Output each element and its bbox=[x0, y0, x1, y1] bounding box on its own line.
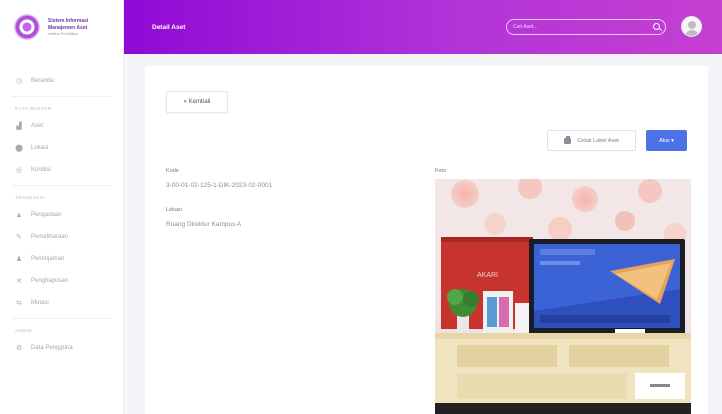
sidebar-item-aset[interactable]: ▟ Aset bbox=[0, 115, 123, 137]
tv-box-brand: AKARI bbox=[477, 272, 498, 279]
sidebar-item-peminjaman[interactable]: ♟ Peminjaman bbox=[0, 248, 123, 270]
brand-subtitle: Institusi Pendidikan bbox=[48, 31, 79, 36]
lokasi-label: Lokasi bbox=[166, 207, 182, 213]
print-button-label: Cetak Label Aset bbox=[577, 137, 619, 144]
sidebar-item-label: Penghapusan bbox=[31, 278, 69, 284]
info-icon: ◎ bbox=[15, 167, 23, 174]
brand-title-line2: Manajemen Aset bbox=[48, 24, 88, 31]
kode-label: Kode bbox=[166, 168, 179, 174]
sidebar-item-kondisi[interactable]: ◎ Kondisi bbox=[0, 159, 123, 181]
sidebar-item-penghapusan[interactable]: ✕ Penghapusan bbox=[0, 270, 123, 292]
print-label-button[interactable]: Cetak Label Aset bbox=[547, 130, 636, 151]
dashboard-icon: ◷ bbox=[15, 78, 23, 85]
sidebar-item-dashboard[interactable]: ◷ Beranda bbox=[0, 70, 123, 92]
foto-label: Foto bbox=[435, 168, 447, 174]
sidebar-item-label: Aset bbox=[31, 123, 44, 129]
sidebar-divider bbox=[12, 185, 111, 186]
sidebar-item-label: Mutasi bbox=[31, 300, 49, 306]
asset-photo-image: AKARI Akari Television bbox=[435, 179, 691, 414]
sidebar-item-label: Lokasi bbox=[31, 145, 49, 151]
sidebar-item-label: Peminjaman bbox=[31, 256, 65, 262]
user-icon: ⚙ bbox=[15, 345, 23, 352]
sidebar-item-lokasi[interactable]: ⬤ Lokasi bbox=[0, 137, 123, 159]
kode-value: 3-00-01-02-125-1-DIK-2023-02-0001 bbox=[166, 182, 273, 189]
detail-card: « Kembali Cetak Label Aset Aksi ▾ Kode 3… bbox=[145, 66, 708, 414]
cart-icon: ▲ bbox=[15, 211, 23, 219]
sidebar-item-pengadaan[interactable]: ▲ Pengadaan bbox=[0, 204, 123, 226]
top-header: Detail Aset bbox=[124, 0, 722, 54]
sidebar-divider bbox=[12, 318, 111, 319]
sidebar-item-label: Beranda bbox=[31, 78, 54, 84]
sidebar-item-label: Kondisi bbox=[31, 167, 51, 173]
search-input[interactable] bbox=[513, 24, 643, 30]
brand-title-line1: Sistem Informasi bbox=[48, 17, 89, 24]
sidebar-section-admin: ADMIN bbox=[15, 327, 32, 333]
truck-icon: ⇆ bbox=[16, 300, 22, 307]
actions-dropdown-button[interactable]: Aksi ▾ bbox=[646, 130, 687, 151]
sidebar-item-label: Pengadaan bbox=[31, 212, 62, 218]
asset-photo: AKARI Akari Television bbox=[435, 179, 691, 414]
users-icon: ♟ bbox=[15, 256, 23, 263]
lokasi-value: Ruang Direktur Kampus A bbox=[166, 221, 242, 228]
print-icon bbox=[564, 135, 572, 144]
page-title: Detail Aset bbox=[152, 23, 186, 31]
sidebar-item-label: Data Pengguna bbox=[31, 345, 73, 351]
sidebar-section-master: DATA MASTER bbox=[15, 105, 52, 111]
sidebar-divider bbox=[12, 96, 111, 97]
brand[interactable]: Sistem Informasi Manajemen Aset Institus… bbox=[0, 0, 123, 54]
sidebar-item-mutasi[interactable]: ⇆ Mutasi bbox=[0, 292, 123, 314]
back-button[interactable]: « Kembali bbox=[166, 91, 228, 113]
pin-icon: ⬤ bbox=[15, 145, 23, 152]
sidebar-item-pemeliharaan[interactable]: ✎ Pemeliharaan bbox=[0, 226, 123, 248]
sidebar-item-label: Pemeliharaan bbox=[31, 234, 69, 240]
sidebar-item-pengguna[interactable]: ⚙ Data Pengguna bbox=[0, 337, 123, 359]
remove-icon: ✕ bbox=[16, 278, 22, 285]
brand-logo bbox=[14, 14, 40, 40]
search-icon[interactable] bbox=[653, 23, 660, 30]
sidebar: Sistem Informasi Manajemen Aset Institus… bbox=[0, 0, 124, 414]
chart-icon: ▟ bbox=[16, 123, 22, 130]
avatar[interactable] bbox=[681, 16, 702, 37]
wrench-icon: ✎ bbox=[16, 234, 22, 241]
search-box bbox=[506, 19, 666, 35]
sidebar-section-transaksi: TRANSAKSI bbox=[15, 194, 46, 200]
